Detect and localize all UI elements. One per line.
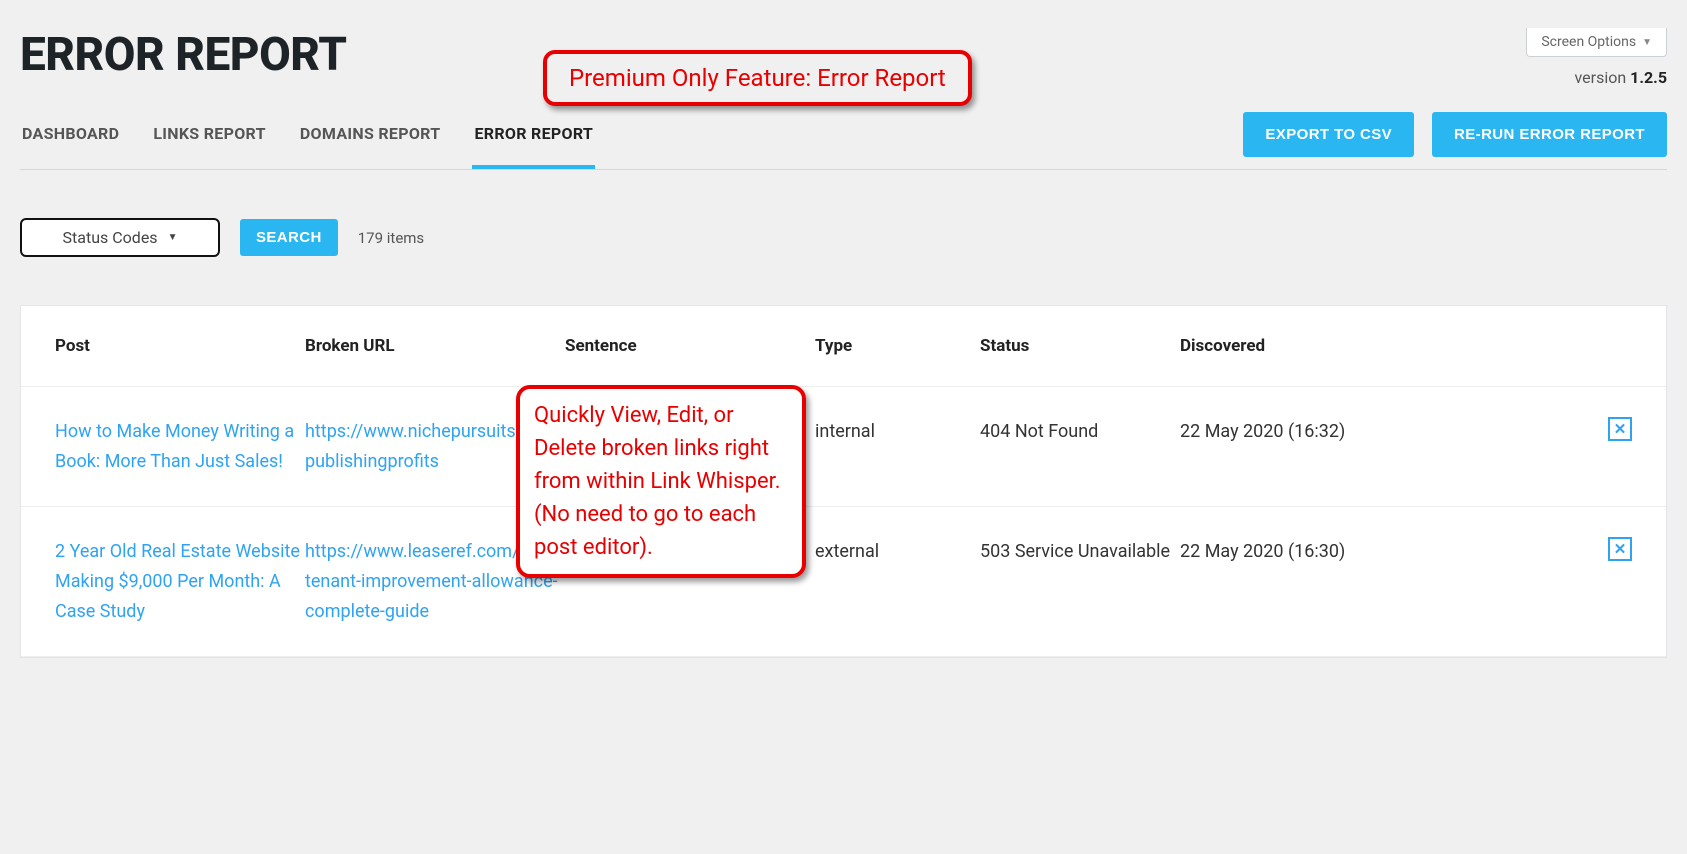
- screen-options-toggle[interactable]: Screen Options ▼: [1526, 28, 1667, 57]
- dismiss-button[interactable]: ✕: [1608, 417, 1632, 441]
- status-cell: 404 Not Found: [980, 417, 1180, 447]
- tab-domains-report[interactable]: DOMAINS REPORT: [298, 112, 443, 169]
- filter-row: Status Codes ▼ SEARCH 179 items: [20, 218, 1667, 257]
- col-header-type: Type: [815, 336, 980, 356]
- close-icon: ✕: [1614, 537, 1627, 562]
- version-label: version: [1575, 68, 1631, 87]
- tab-error-report[interactable]: ERROR REPORT: [472, 112, 595, 169]
- col-header-broken-url: Broken URL: [305, 336, 565, 356]
- version-number: 1.2.5: [1630, 68, 1667, 87]
- dismiss-button[interactable]: ✕: [1608, 537, 1632, 561]
- post-link[interactable]: 2 Year Old Real Estate Website Making $9…: [55, 537, 305, 626]
- error-table: Post Broken URL Sentence Type Status Dis…: [20, 305, 1667, 658]
- screen-options-label: Screen Options: [1541, 34, 1636, 50]
- version-text: version 1.2.5: [1575, 68, 1667, 87]
- table-row: How to Make Money Writing a Book: More T…: [21, 387, 1666, 507]
- close-icon: ✕: [1614, 417, 1627, 442]
- table-row: 2 Year Old Real Estate Website Making $9…: [21, 507, 1666, 657]
- discovered-cell: 22 May 2020 (16:32): [1180, 417, 1490, 447]
- search-button[interactable]: SEARCH: [240, 219, 338, 256]
- status-codes-select[interactable]: Status Codes ▼: [20, 218, 220, 257]
- status-codes-label: Status Codes: [63, 228, 158, 247]
- tab-links-report[interactable]: LINKS REPORT: [151, 112, 268, 169]
- annotation-quick-actions: Quickly View, Edit, or Delete broken lin…: [516, 385, 806, 578]
- export-csv-button[interactable]: EXPORT TO CSV: [1243, 112, 1414, 157]
- tab-dashboard[interactable]: DASHBOARD: [20, 112, 121, 169]
- discovered-cell: 22 May 2020 (16:30): [1180, 537, 1490, 567]
- rerun-error-report-button[interactable]: RE-RUN ERROR REPORT: [1432, 112, 1667, 157]
- type-cell: internal: [815, 417, 980, 447]
- col-header-status: Status: [980, 336, 1180, 356]
- type-cell: external: [815, 537, 980, 567]
- chevron-down-icon: ▼: [168, 232, 178, 243]
- items-count: 179 items: [358, 229, 424, 247]
- tab-bar: DASHBOARD LINKS REPORT DOMAINS REPORT ER…: [20, 112, 1667, 170]
- post-link[interactable]: How to Make Money Writing a Book: More T…: [55, 417, 305, 476]
- status-cell: 503 Service Unavailable: [980, 537, 1180, 567]
- chevron-down-icon: ▼: [1642, 37, 1652, 48]
- table-header-row: Post Broken URL Sentence Type Status Dis…: [21, 306, 1666, 387]
- annotation-premium-feature: Premium Only Feature: Error Report: [543, 50, 972, 106]
- col-header-post: Post: [55, 336, 305, 356]
- col-header-discovered: Discovered: [1180, 336, 1490, 356]
- col-header-sentence: Sentence: [565, 336, 815, 356]
